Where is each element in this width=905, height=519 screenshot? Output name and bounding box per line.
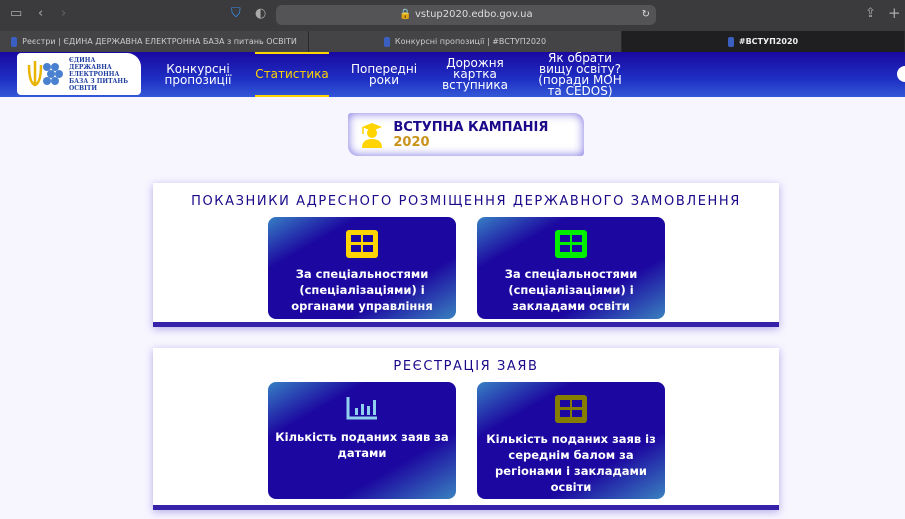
main-nav: ЄДИНА ДЕРЖАВНА ЕЛЕКТРОННА БАЗА З ПИТАНЬ … — [0, 52, 905, 97]
bar-chart-icon — [346, 397, 377, 420]
logo-text: ЄДИНА ДЕРЖАВНА ЕЛЕКТРОННА БАЗА З ПИТАНЬ … — [69, 56, 129, 92]
card-label: За спеціальностями (спеціалізаціями) і о… — [291, 267, 433, 313]
back-icon[interactable]: ‹ — [38, 6, 43, 21]
table-icon — [346, 230, 378, 258]
section-state-order: ПОКАЗНИКИ АДРЕСНОГО РОЗМІЩЕННЯ ДЕРЖАВНОГ… — [153, 183, 779, 327]
tab-label: Конкурсні пропозиції | #ВСТУП2020 — [394, 37, 547, 46]
tab-label: #ВСТУП2020 — [738, 37, 799, 46]
section-title: РЕЄСТРАЦІЯ ЗАЯВ — [393, 359, 539, 374]
card-label: За спеціальностями (спеціалізаціями) і з… — [504, 267, 638, 313]
card-applications-by-date[interactable]: Кількість поданих заяв за датами — [268, 382, 456, 499]
tab-vstup[interactable]: #ВСТУП2020 — [622, 31, 905, 52]
new-tab-icon[interactable]: + — [888, 4, 901, 22]
tab-label: Реєстри | ЄДИНА ДЕРЖАВНА ЕЛЕКТРОННА БАЗА… — [22, 37, 297, 46]
nav-how-to-choose[interactable]: Як обрати вищу освіту? (поради МОН та CE… — [530, 52, 630, 97]
shield-icon[interactable]: ⛉ — [231, 6, 241, 21]
share-icon[interactable]: ⇪ — [865, 6, 876, 21]
forward-icon[interactable]: › — [61, 6, 66, 21]
favicon-icon — [727, 36, 734, 47]
table-icon — [555, 395, 587, 423]
address-bar[interactable]: 🔒 vstup2020.edbo.gov.ua ↻ — [276, 5, 656, 25]
favicon-icon — [383, 36, 390, 47]
reload-icon[interactable]: ↻ — [642, 5, 650, 25]
user-button[interactable] — [897, 66, 905, 82]
url-text: vstup2020.edbo.gov.ua — [415, 9, 533, 20]
trident-logo-icon — [27, 61, 63, 87]
campaign-year: 2020 — [393, 134, 430, 150]
card-by-specialty-authority[interactable]: За спеціальностями (спеціалізаціями) і о… — [268, 217, 456, 319]
logo[interactable]: ЄДИНА ДЕРЖАВНА ЕЛЕКТРОННА БАЗА З ПИТАНЬ … — [17, 53, 141, 95]
section-title: ПОКАЗНИКИ АДРЕСНОГО РОЗМІЩЕННЯ ДЕРЖАВНОГ… — [191, 194, 741, 209]
tab-registry[interactable]: Реєстри | ЄДИНА ДЕРЖАВНА ЕЛЕКТРОННА БАЗА… — [0, 31, 309, 52]
nav-previous-years[interactable]: Попередні роки — [348, 52, 420, 97]
card-applications-avg-score[interactable]: Кількість поданих заяв із середнім балом… — [477, 382, 665, 499]
card-by-specialty-institution[interactable]: За спеціальностями (спеціалізаціями) і з… — [477, 217, 665, 319]
card-label: Кількість поданих заяв із середнім балом… — [486, 432, 656, 494]
campaign-title: ВСТУПНА КАМПАНІЯ 2020 — [393, 119, 549, 150]
section-applications: РЕЄСТРАЦІЯ ЗАЯВ Кількість поданих заяв з… — [153, 348, 779, 510]
tab-proposals[interactable]: Конкурсні пропозиції | #ВСТУП2020 — [309, 31, 622, 52]
campaign-banner: ВСТУПНА КАМПАНІЯ 2020 — [348, 113, 584, 156]
nav-proposals[interactable]: Конкурсні пропозиції — [160, 52, 236, 97]
favicon-icon — [11, 36, 18, 47]
tab-bar: Реєстри | ЄДИНА ДЕРЖАВНА ЕЛЕКТРОННА БАЗА… — [0, 31, 905, 52]
browser-toolbar: ▭ ‹ › ⛉ ◐ 🔒 vstup2020.edbo.gov.ua ↻ ⇪ + — [0, 0, 905, 31]
privacy-icon[interactable]: ◐ — [255, 6, 266, 21]
nav-roadmap[interactable]: Дорожня картка вступника — [440, 52, 510, 97]
graduate-icon — [362, 122, 382, 148]
card-label: Кількість поданих заяв за датами — [275, 430, 449, 460]
nav-statistics[interactable]: Статистика — [255, 52, 329, 97]
table-icon — [555, 230, 587, 258]
sidebar-icon[interactable]: ▭ — [10, 6, 22, 21]
